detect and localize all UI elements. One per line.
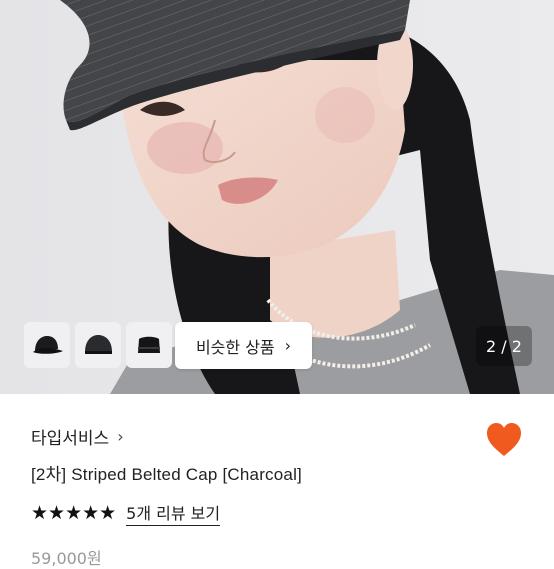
thumbnail-1[interactable] (24, 322, 70, 368)
image-counter: 2 / 2 (476, 326, 532, 366)
thumbnail-3[interactable] (126, 322, 172, 368)
similar-products-label: 비슷한 상품 (195, 337, 275, 357)
product-info: 타입서비스 › [2차] Striped Belted Cap [Charcoa… (0, 394, 554, 568)
cap-icon (85, 335, 112, 354)
thumbnail-2[interactable] (75, 322, 121, 368)
chevron-right-icon: › (117, 427, 124, 446)
star-rating: ★★★★★ (31, 501, 117, 524)
shop-link[interactable]: 타입서비스 › (31, 424, 124, 449)
chevron-right-icon: › (284, 336, 292, 355)
view-reviews-link[interactable]: 5개 리뷰 보기 (126, 500, 221, 526)
shop-name: 타입서비스 (31, 429, 110, 449)
product-image-gallery[interactable]: 비슷한 상품 › 2 / 2 (0, 0, 554, 394)
product-title: [2차] Striped Belted Cap [Charcoal] (31, 465, 302, 484)
cap-icon (33, 336, 63, 354)
product-price: 59,000원 (31, 549, 102, 568)
similar-products-button[interactable]: 비슷한 상품 › (175, 322, 312, 369)
thumbnail-strip (24, 322, 172, 368)
cap-icon (138, 336, 160, 353)
heart-icon[interactable] (485, 422, 523, 458)
rating-row: ★★★★★ 5개 리뷰 보기 (31, 500, 221, 526)
